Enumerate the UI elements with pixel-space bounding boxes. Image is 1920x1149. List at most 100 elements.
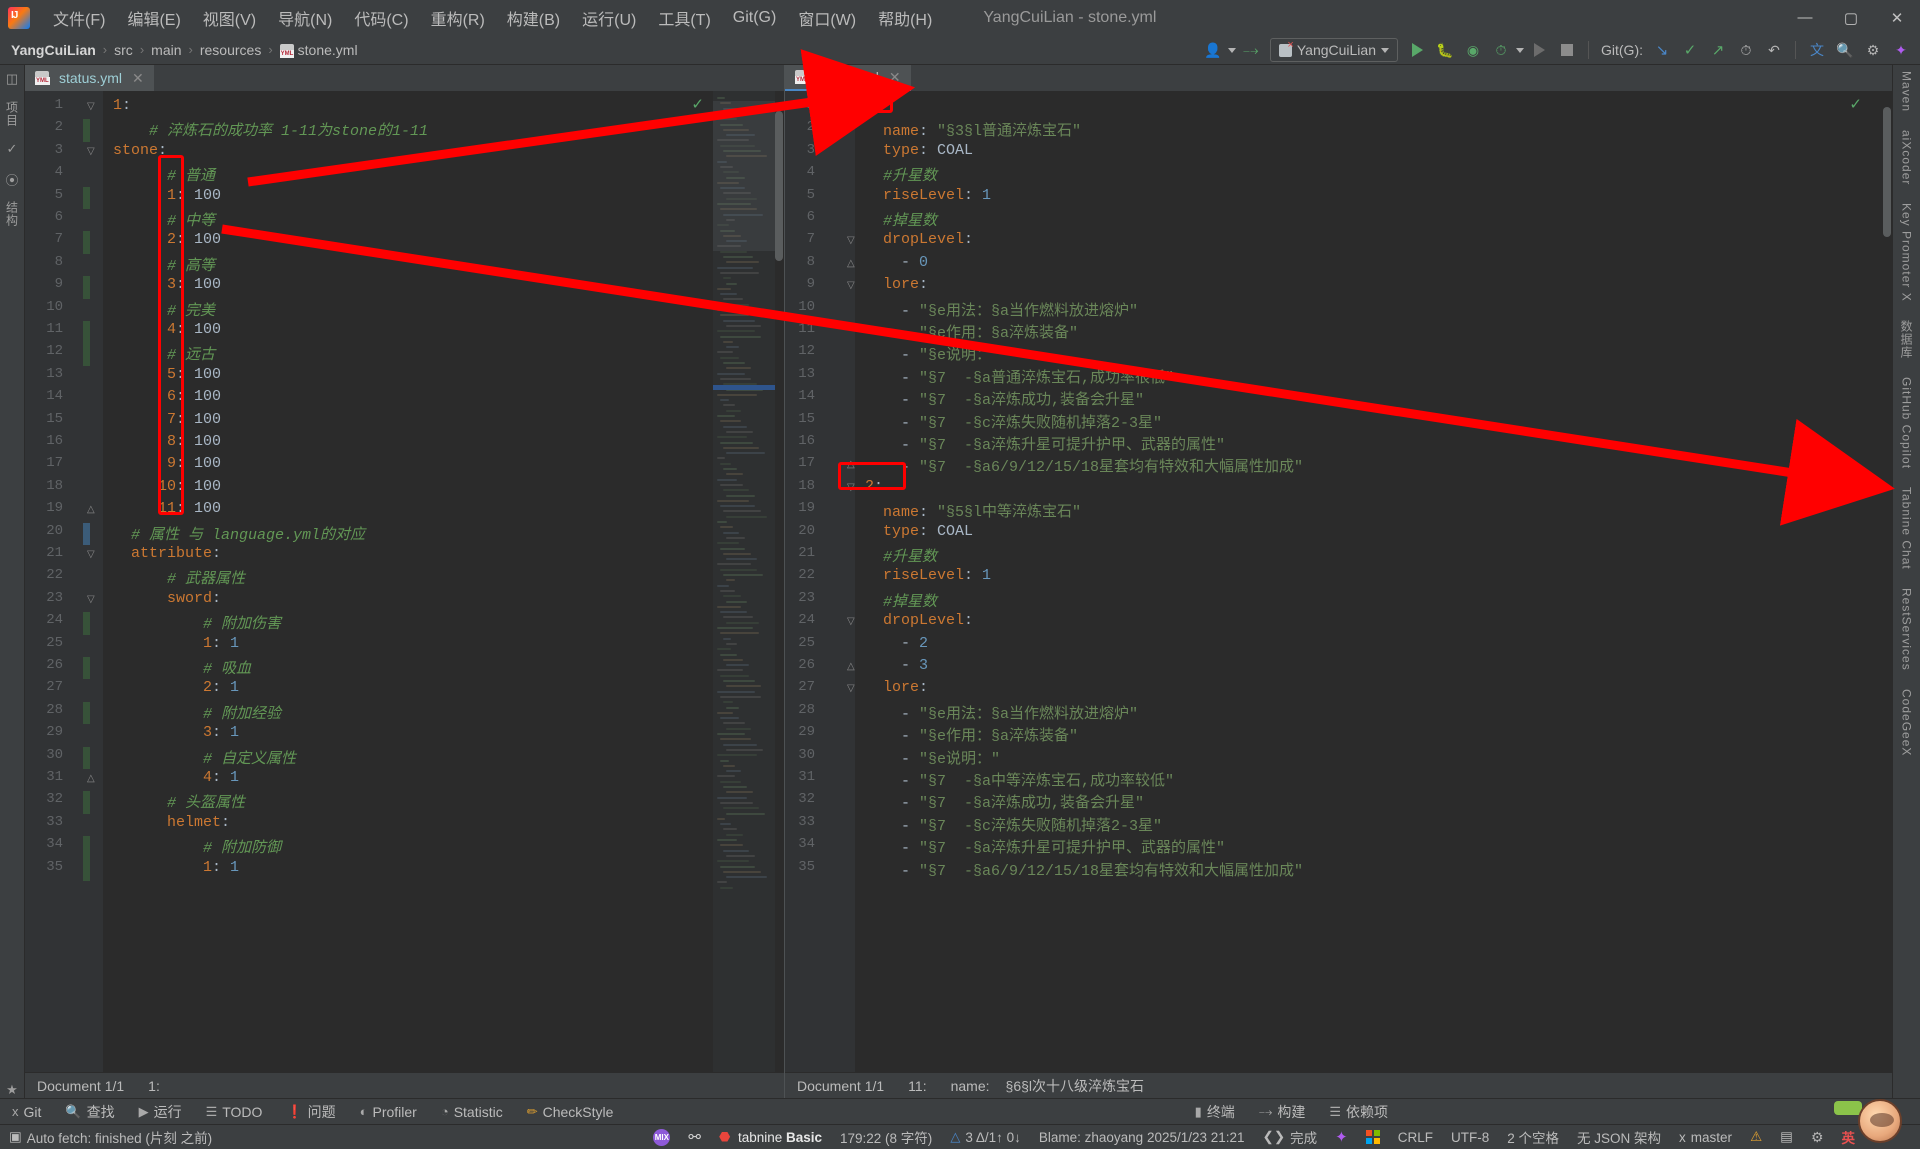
menu-view[interactable]: 视图(V)	[192, 2, 267, 34]
user-account-icon[interactable]: 👤	[1200, 37, 1226, 63]
run-button[interactable]	[1404, 37, 1430, 63]
sidebar-item-database[interactable]: 数据库	[1898, 320, 1915, 359]
pull-request-icon[interactable]: ⦿	[4, 171, 20, 188]
tool-dependencies[interactable]: ☰ 依赖项	[1317, 1100, 1400, 1124]
code-line[interactable]: # 武器属性	[113, 567, 245, 588]
code-content-left[interactable]: 1: # 淬炼石的成功率 1-11为stone的1-11 stone: # 普通 …	[103, 91, 784, 1072]
code-fold-handle[interactable]: △	[87, 773, 95, 784]
tool-find[interactable]: 🔍 查找	[53, 1100, 126, 1124]
ide-settings-icon[interactable]: ⚙	[1802, 1129, 1833, 1146]
ai-assistant-icon[interactable]: ✦	[1888, 37, 1914, 63]
tool-build[interactable]: ⤍ 构建	[1247, 1100, 1318, 1124]
code-line[interactable]: - "§7 -§c淬炼失败随机掉落2-3星"	[865, 814, 1162, 835]
code-line[interactable]: - "§7 -§a淬炼成功,装备会升星"	[865, 388, 1144, 409]
menu-code[interactable]: 代码(C)	[343, 2, 419, 34]
profiler-clock-icon[interactable]: ⏱	[1488, 37, 1514, 63]
breadcrumb-project[interactable]: YangCuiLian	[6, 40, 101, 60]
code-line[interactable]: - "§7 -§a淬炼升星可提升护甲、武器的属性"	[865, 433, 1225, 454]
translation-plugin-icon[interactable]: ✦	[1326, 1128, 1357, 1146]
sidebar-item-structure[interactable]: 结构	[4, 201, 21, 227]
structure-crumb-value[interactable]: §6§l次十八级淬炼宝石	[994, 1076, 1156, 1096]
code-line[interactable]: attribute:	[113, 545, 221, 562]
menu-navigate[interactable]: 导航(N)	[267, 2, 343, 34]
code-line[interactable]: - 3	[865, 657, 928, 674]
code-line[interactable]: - "§7 -§a中等淬炼宝石,成功率较低"	[865, 769, 1174, 790]
sidebar-item-project[interactable]: 项目	[4, 101, 21, 127]
code-line[interactable]: 4: 1	[113, 769, 239, 786]
build-hammer-icon[interactable]: ⤍	[1238, 37, 1264, 63]
vcs-change-marker[interactable]	[83, 231, 90, 254]
indent-setting[interactable]: 2 个空格	[1498, 1127, 1568, 1147]
code-line[interactable]: - "§7 -§a普通淬炼宝石,成功率很低"	[865, 366, 1174, 387]
line-separator[interactable]: CRLF	[1389, 1130, 1442, 1145]
inspection-ok-icon[interactable]: ✓	[1849, 95, 1862, 113]
code-fold-handle[interactable]: △	[847, 258, 855, 269]
code-line[interactable]: #掉星数	[865, 590, 937, 611]
code-editor-left[interactable]: 1 2 3 4 5 6 7 8 9 10 11 12 13 14 15 16 17 18 19 20 21 22 23 24 2…	[25, 91, 784, 1072]
debug-bug-icon[interactable]: 🐛	[1432, 37, 1458, 63]
git-blame[interactable]: Blame: zhaoyang 2025/1/23 21:21	[1030, 1130, 1254, 1145]
settings-gear-icon[interactable]: ⚙	[1860, 37, 1886, 63]
gutter-right[interactable]: 1 2 3 4 5 6 7 8 9 10 11 12 13 14 15 16 17 18 19 20 21 22 23 24 2…	[785, 91, 855, 1072]
code-line[interactable]: name: "§5§l中等淬炼宝石"	[865, 500, 1081, 521]
vcs-change-marker[interactable]	[83, 612, 90, 635]
minimize-button[interactable]: —	[1782, 0, 1828, 35]
vcs-change-marker[interactable]	[83, 657, 90, 680]
memory-indicator-icon[interactable]: ▤	[1771, 1129, 1802, 1145]
inspection-status[interactable]: ❮❯ 完成	[1254, 1127, 1327, 1147]
mix-plugin-badge[interactable]: MIX	[644, 1128, 679, 1146]
code-content-right[interactable]: 1: name: "§3§l普通淬炼宝石" type: COAL #升星数 ri…	[855, 91, 1892, 1072]
code-line[interactable]: lore:	[865, 679, 928, 696]
vcs-change-marker[interactable]	[83, 186, 90, 209]
sidebar-item-codegeex[interactable]: CodeGeeX	[1900, 689, 1914, 756]
minimap-left[interactable]	[713, 91, 775, 1072]
tool-profiler[interactable]: ◐ Profiler	[348, 1102, 429, 1122]
tool-todo[interactable]: ☰ TODO	[194, 1102, 275, 1122]
code-line[interactable]: - "§e说明："	[865, 747, 1000, 768]
tool-problems[interactable]: ❗ 问题	[274, 1100, 347, 1124]
code-fold-handle[interactable]: △	[847, 661, 855, 672]
vcs-change-marker[interactable]	[83, 791, 90, 814]
code-line[interactable]: - "§7 -§a淬炼成功,装备会升星"	[865, 791, 1144, 812]
breadcrumb-src[interactable]: src	[109, 40, 138, 60]
menu-run[interactable]: 运行(U)	[571, 2, 647, 34]
code-line[interactable]: type: COAL	[865, 523, 973, 540]
vcs-change-marker[interactable]	[83, 701, 90, 725]
run-with-coverage-icon[interactable]: ◉	[1460, 37, 1486, 63]
code-line[interactable]: - "§e作用：§a淬炼装备"	[865, 724, 1078, 745]
code-line[interactable]: - "§e说明："	[865, 343, 1000, 364]
code-line[interactable]: 1: 1	[113, 859, 239, 876]
code-fold-handle[interactable]: ▽	[87, 594, 95, 605]
code-line[interactable]: 3: 1	[113, 724, 239, 741]
code-line[interactable]: sword:	[113, 590, 221, 607]
code-line[interactable]: - "§e作用：§a淬炼装备"	[865, 321, 1078, 342]
undo-icon[interactable]: ↶	[1761, 37, 1787, 63]
menu-tools[interactable]: 工具(T)	[647, 2, 721, 34]
code-line[interactable]: #升星数	[865, 164, 937, 185]
sidebar-item-maven[interactable]: Maven	[1900, 71, 1914, 112]
breadcrumb-file[interactable]: stone.yml	[275, 40, 363, 60]
vcs-change-marker[interactable]	[83, 522, 90, 545]
code-line[interactable]: # 淬炼石的成功率 1-11为stone的1-11	[113, 119, 428, 140]
code-line[interactable]: #掉星数	[865, 209, 937, 230]
code-fold-handle[interactable]: ▽	[847, 683, 855, 694]
git-history-clock-icon[interactable]: ⏱	[1733, 37, 1759, 63]
code-fold-handle[interactable]: ▽	[847, 616, 855, 627]
vertical-scrollbar-right[interactable]	[1883, 107, 1891, 237]
code-line[interactable]: # 吸血	[113, 657, 251, 678]
sidebar-item-key-promoter[interactable]: Key Promoter X	[1900, 203, 1914, 302]
code-line[interactable]: # 属性 与 language.yml的对应	[113, 523, 365, 544]
breadcrumb-resources[interactable]: resources	[195, 40, 266, 60]
code-line[interactable]: - "§7 -§c淬炼失败随机掉落2-3星"	[865, 411, 1162, 432]
tool-git[interactable]: x Git	[0, 1102, 53, 1122]
profiler-chevron-down-icon[interactable]	[1516, 47, 1524, 53]
close-icon[interactable]: ✕	[889, 69, 901, 86]
code-line[interactable]: - "§7 -§a淬炼升星可提升护甲、武器的属性"	[865, 836, 1225, 857]
git-commit-check-icon[interactable]: ✓	[1677, 37, 1703, 63]
tool-checkstyle[interactable]: ✏ CheckStyle	[515, 1102, 626, 1122]
git-update-project-icon[interactable]: ↘	[1649, 37, 1675, 63]
tabnine-status[interactable]: ⬣ tabnine Basic	[710, 1130, 831, 1145]
code-line[interactable]: lore:	[865, 276, 928, 293]
account-chevron-down-icon[interactable]	[1227, 47, 1236, 53]
vcs-change-marker[interactable]	[83, 836, 90, 881]
